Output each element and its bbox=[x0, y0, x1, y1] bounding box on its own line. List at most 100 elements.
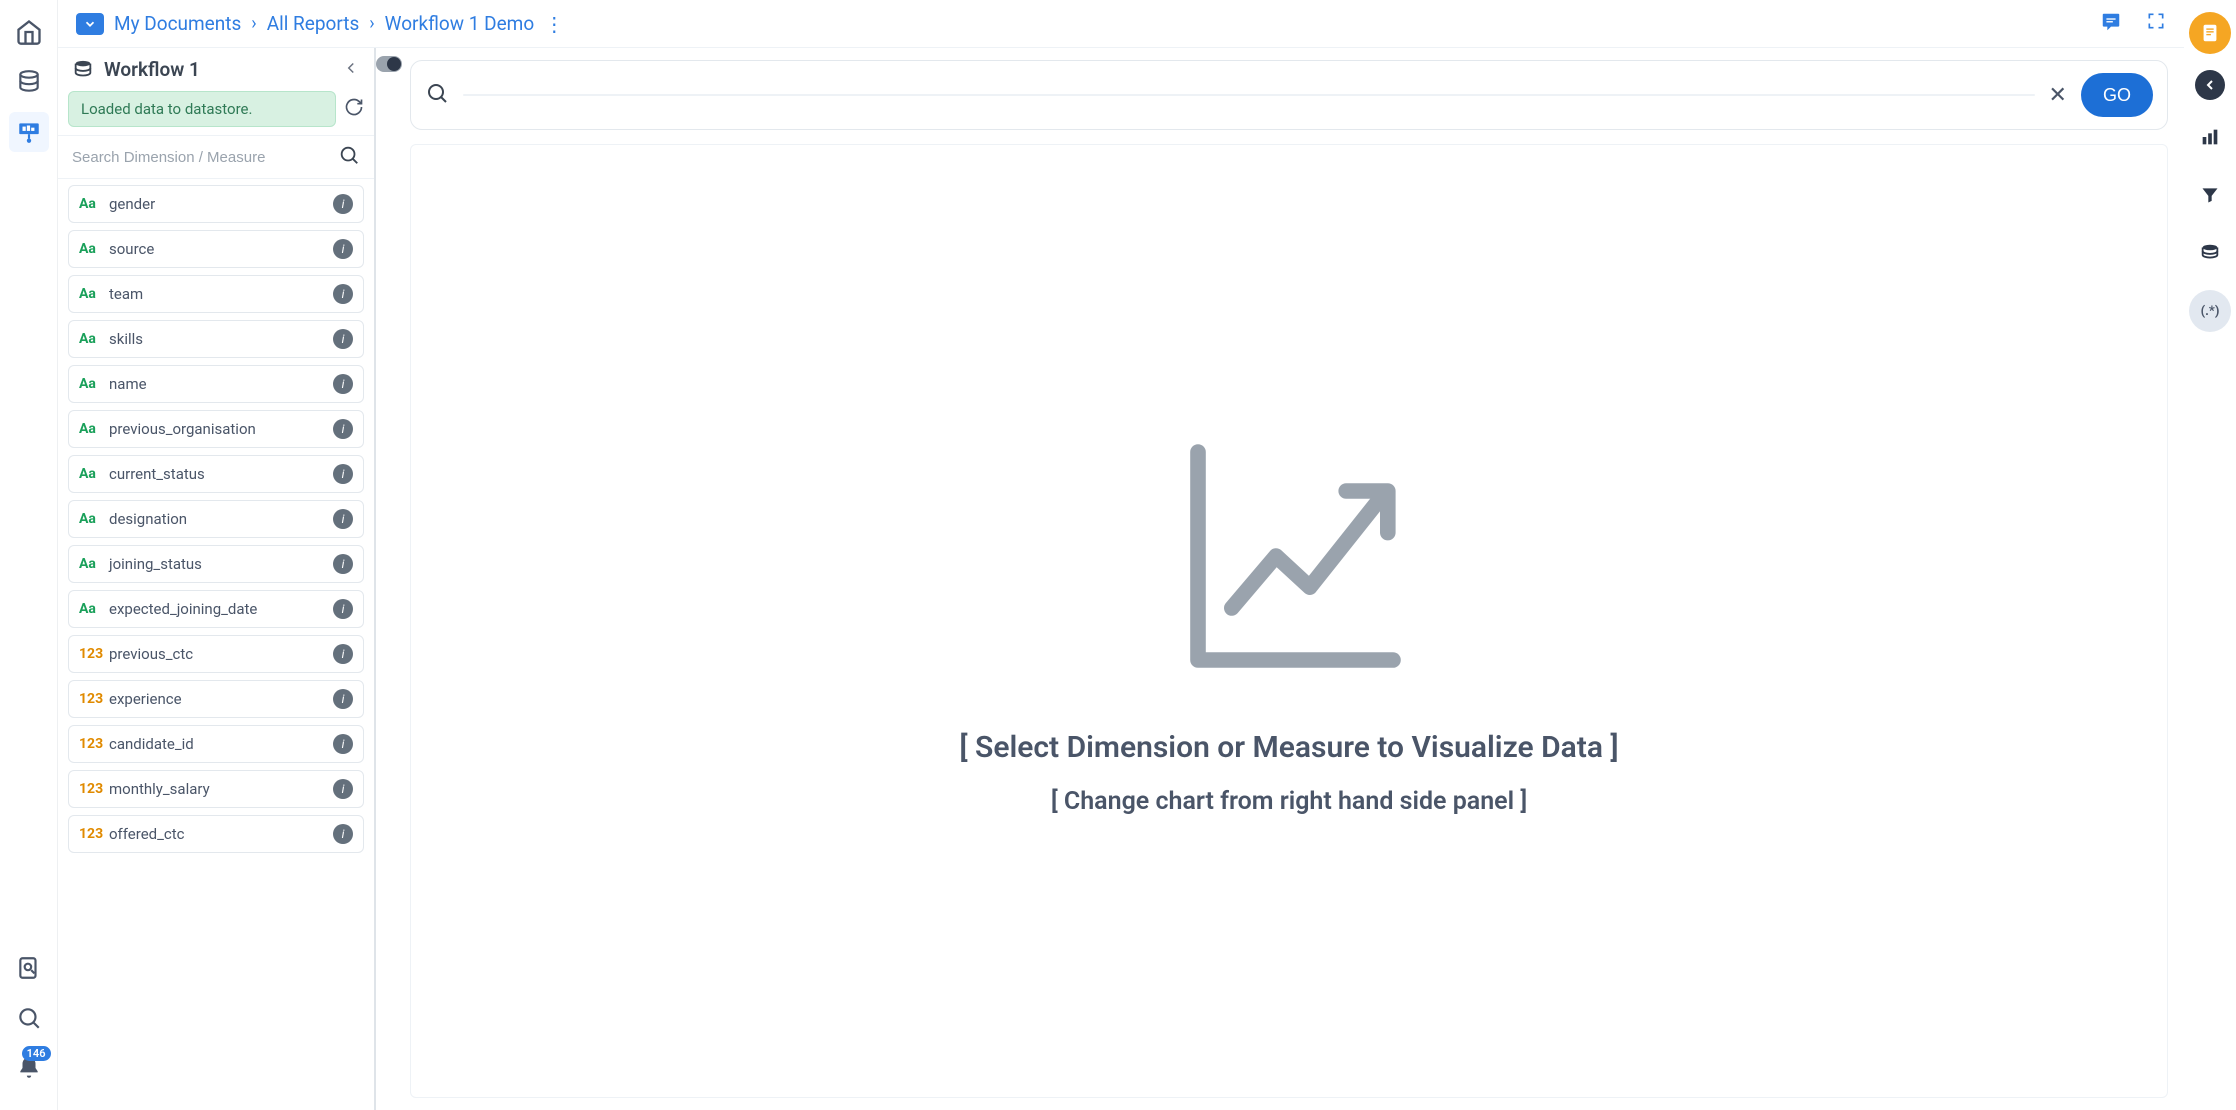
field-item[interactable]: Aadesignationi bbox=[68, 500, 364, 538]
info-icon[interactable]: i bbox=[333, 464, 353, 484]
regex-icon[interactable]: (.*) bbox=[2189, 290, 2231, 332]
field-list[interactable]: AagenderiAasourceiAateamiAaskillsiAaname… bbox=[58, 179, 374, 1110]
field-label: expected_joining_date bbox=[109, 600, 333, 618]
fullscreen-icon[interactable] bbox=[2146, 11, 2166, 37]
dimension-type-icon: Aa bbox=[79, 466, 109, 482]
field-search-input[interactable] bbox=[72, 149, 338, 166]
field-item[interactable]: 123monthly_salaryi bbox=[68, 770, 364, 808]
dimension-type-icon: Aa bbox=[79, 331, 109, 347]
field-label: name bbox=[109, 375, 333, 393]
dimension-type-icon: Aa bbox=[79, 601, 109, 617]
field-label: candidate_id bbox=[109, 735, 333, 753]
folder-icon[interactable] bbox=[76, 13, 104, 35]
panel-toggle[interactable] bbox=[376, 56, 402, 72]
dimension-type-icon: Aa bbox=[79, 286, 109, 302]
info-icon[interactable]: i bbox=[333, 419, 353, 439]
status-message: Loaded data to datastore. bbox=[68, 91, 336, 127]
go-button[interactable]: GO bbox=[2081, 73, 2153, 117]
search-icon[interactable] bbox=[9, 998, 49, 1038]
field-label: joining_status bbox=[109, 555, 333, 573]
field-label: previous_ctc bbox=[109, 645, 333, 663]
home-icon[interactable] bbox=[9, 12, 49, 52]
chart-placeholder-icon bbox=[1159, 426, 1419, 690]
dimension-type-icon: Aa bbox=[79, 196, 109, 212]
database-icon[interactable] bbox=[9, 62, 49, 102]
field-label: previous_organisation bbox=[109, 420, 333, 438]
info-icon[interactable]: i bbox=[333, 239, 353, 259]
field-item[interactable]: Aaprevious_organisationi bbox=[68, 410, 364, 448]
layers-icon[interactable] bbox=[2189, 232, 2231, 274]
info-icon[interactable]: i bbox=[333, 509, 353, 529]
visualization-placeholder: [ Select Dimension or Measure to Visuali… bbox=[410, 144, 2168, 1098]
info-icon[interactable]: i bbox=[333, 779, 353, 799]
field-label: experience bbox=[109, 690, 333, 708]
breadcrumb-item-2[interactable]: Workflow 1 Demo bbox=[385, 12, 535, 35]
placeholder-line-2: [ Change chart from right hand side pane… bbox=[1051, 787, 1527, 816]
dimension-type-icon: Aa bbox=[79, 376, 109, 392]
field-item[interactable]: Aacurrent_statusi bbox=[68, 455, 364, 493]
field-item[interactable]: 123experiencei bbox=[68, 680, 364, 718]
presentation-icon[interactable] bbox=[9, 112, 49, 152]
back-icon[interactable] bbox=[2195, 70, 2225, 100]
kebab-icon[interactable]: ⋮ bbox=[544, 12, 564, 36]
info-icon[interactable]: i bbox=[333, 689, 353, 709]
field-label: offered_ctc bbox=[109, 825, 333, 843]
collapse-panel-icon[interactable] bbox=[342, 59, 360, 81]
datastore-icon bbox=[72, 59, 94, 81]
field-item[interactable]: Aateami bbox=[68, 275, 364, 313]
chevron-right-icon: › bbox=[251, 13, 256, 34]
filter-icon[interactable] bbox=[2189, 174, 2231, 216]
info-icon[interactable]: i bbox=[333, 734, 353, 754]
dimension-type-icon: Aa bbox=[79, 241, 109, 257]
info-icon[interactable]: i bbox=[333, 374, 353, 394]
info-icon[interactable]: i bbox=[333, 284, 353, 304]
field-item[interactable]: Aaexpected_joining_datei bbox=[68, 590, 364, 628]
refresh-icon[interactable] bbox=[344, 97, 364, 121]
field-item[interactable]: Aaskillsi bbox=[68, 320, 364, 358]
notifications-bell-icon[interactable]: 146 bbox=[9, 1048, 49, 1088]
info-icon[interactable]: i bbox=[333, 644, 353, 664]
field-item[interactable]: 123offered_ctci bbox=[68, 815, 364, 853]
search-icon[interactable] bbox=[425, 81, 449, 109]
right-tools-rail: (.*) bbox=[2184, 0, 2236, 1110]
breadcrumb-item-0[interactable]: My Documents bbox=[114, 12, 241, 35]
info-icon[interactable]: i bbox=[333, 194, 353, 214]
field-label: monthly_salary bbox=[109, 780, 333, 798]
breadcrumb: My Documents › All Reports › Workflow 1 … bbox=[58, 0, 2184, 48]
breadcrumb-item-1[interactable]: All Reports bbox=[267, 12, 360, 35]
measure-type-icon: 123 bbox=[79, 646, 109, 662]
field-item[interactable]: Aajoining_statusi bbox=[68, 545, 364, 583]
clear-icon[interactable]: ✕ bbox=[2049, 83, 2067, 108]
measure-type-icon: 123 bbox=[79, 691, 109, 707]
dimension-type-icon: Aa bbox=[79, 421, 109, 437]
notifications-badge: 146 bbox=[22, 1046, 51, 1061]
field-label: designation bbox=[109, 510, 333, 528]
field-item[interactable]: Aanamei bbox=[68, 365, 364, 403]
measure-type-icon: 123 bbox=[79, 781, 109, 797]
notes-icon[interactable] bbox=[2189, 12, 2231, 54]
query-bar: ✕ GO bbox=[410, 60, 2168, 130]
info-icon[interactable]: i bbox=[333, 824, 353, 844]
audit-icon[interactable] bbox=[9, 948, 49, 988]
info-icon[interactable]: i bbox=[333, 599, 353, 619]
canvas-area: ✕ GO [ Select Dimension or Measure to Vi… bbox=[376, 48, 2184, 1110]
field-item[interactable]: 123candidate_idi bbox=[68, 725, 364, 763]
comment-icon[interactable] bbox=[2100, 11, 2122, 37]
measure-type-icon: 123 bbox=[79, 826, 109, 842]
field-panel: Workflow 1 Loaded data to datastore. bbox=[58, 48, 376, 1110]
chart-type-icon[interactable] bbox=[2189, 116, 2231, 158]
field-label: skills bbox=[109, 330, 333, 348]
field-item[interactable]: 123previous_ctci bbox=[68, 635, 364, 673]
left-nav-rail: 146 bbox=[0, 0, 58, 1110]
info-icon[interactable]: i bbox=[333, 329, 353, 349]
query-input[interactable] bbox=[463, 94, 2035, 96]
placeholder-line-1: [ Select Dimension or Measure to Visuali… bbox=[959, 730, 1618, 765]
chevron-right-icon: › bbox=[369, 13, 374, 34]
dimension-type-icon: Aa bbox=[79, 556, 109, 572]
field-item[interactable]: Aasourcei bbox=[68, 230, 364, 268]
search-icon[interactable] bbox=[338, 144, 360, 170]
field-item[interactable]: Aagenderi bbox=[68, 185, 364, 223]
info-icon[interactable]: i bbox=[333, 554, 353, 574]
field-label: gender bbox=[109, 195, 333, 213]
field-label: team bbox=[109, 285, 333, 303]
